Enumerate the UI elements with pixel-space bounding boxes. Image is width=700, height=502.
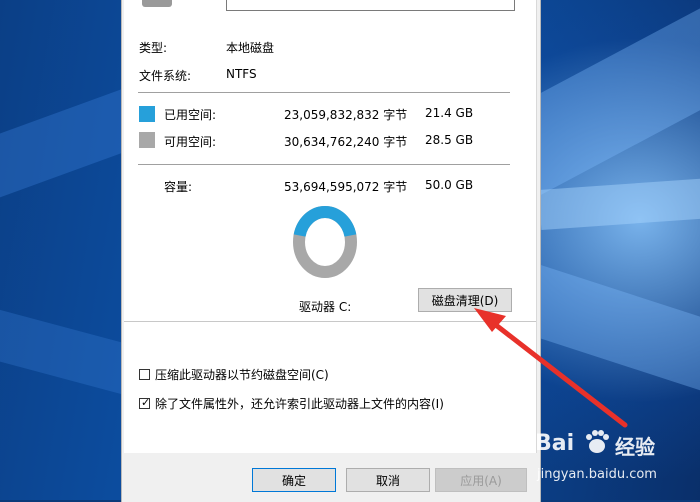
paw-logo-icon (583, 427, 611, 455)
baidu-watermark: Bai 经验 jingyan.baidu.com (535, 423, 700, 500)
watermark-url: jingyan.baidu.com (537, 467, 657, 482)
watermark-brand-right: 经验 (615, 435, 655, 459)
watermark-brand-left: Bai (535, 431, 575, 456)
